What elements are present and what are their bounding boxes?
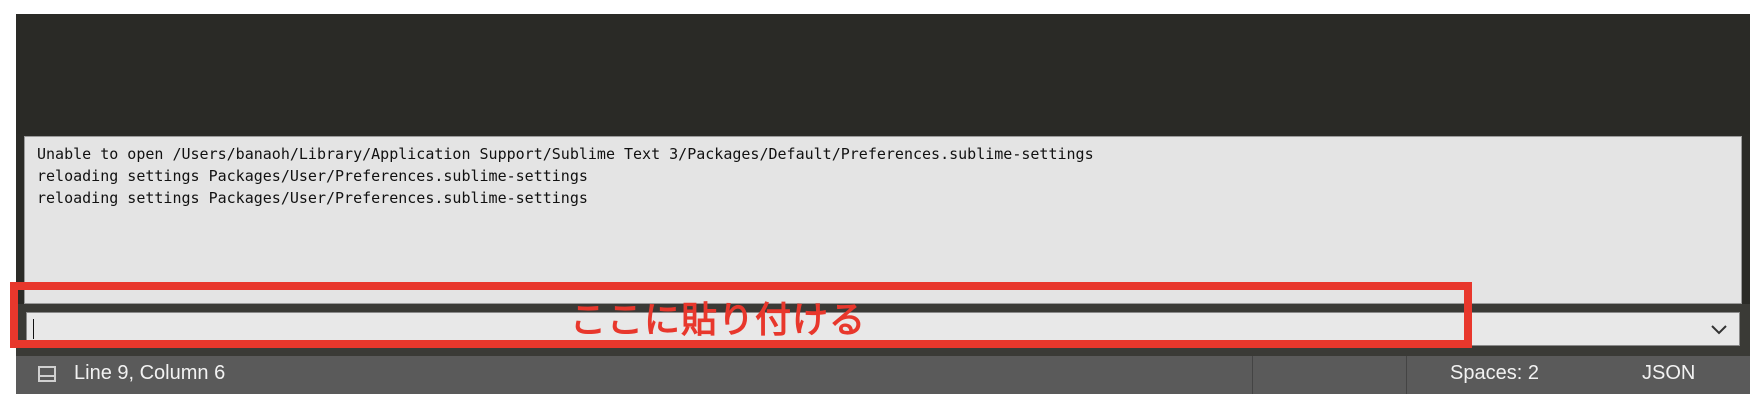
console-input[interactable] bbox=[26, 312, 1740, 346]
status-divider bbox=[1406, 356, 1407, 394]
console-output: Unable to open /Users/banaoh/Library/App… bbox=[24, 136, 1742, 304]
text-caret bbox=[33, 319, 34, 339]
console-line: Unable to open /Users/banaoh/Library/App… bbox=[37, 145, 1094, 163]
syntax-selector[interactable]: JSON bbox=[1642, 362, 1695, 385]
annotation-label: ここに貼り付ける bbox=[570, 300, 867, 341]
status-bar: Line 9, Column 6 Spaces: 2 JSON bbox=[16, 356, 1750, 394]
panel-icon[interactable] bbox=[38, 366, 56, 382]
editor-area[interactable] bbox=[16, 14, 1750, 134]
status-divider bbox=[1252, 356, 1253, 394]
sublime-window: Unable to open /Users/banaoh/Library/App… bbox=[16, 14, 1750, 394]
indentation-setting[interactable]: Spaces: 2 bbox=[1450, 362, 1539, 385]
console-line: reloading settings Packages/User/Prefere… bbox=[37, 189, 588, 207]
cursor-position[interactable]: Line 9, Column 6 bbox=[74, 362, 225, 385]
console-input-strip bbox=[16, 304, 1750, 356]
console-line: reloading settings Packages/User/Prefere… bbox=[37, 167, 588, 185]
chevron-down-icon[interactable] bbox=[1707, 317, 1731, 341]
